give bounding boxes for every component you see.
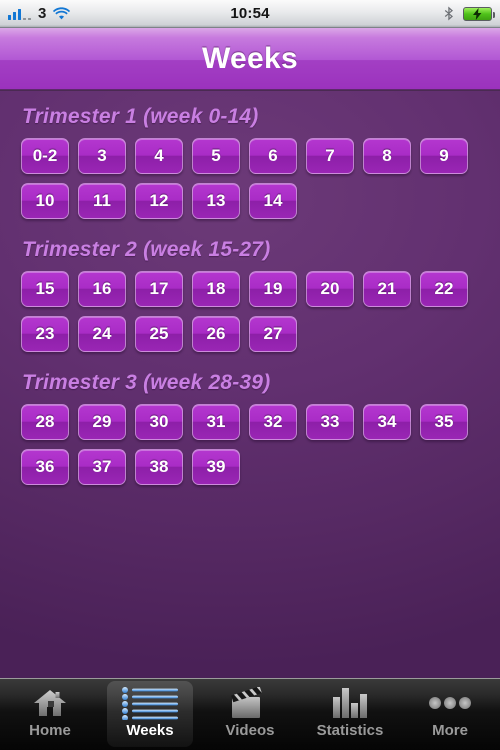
week-button[interactable]: 28 [21,404,69,440]
week-button[interactable]: 19 [249,271,297,307]
week-button[interactable]: 6 [249,138,297,174]
tab-home-label: Home [29,722,71,739]
week-button[interactable]: 35 [420,404,468,440]
week-button[interactable]: 9 [420,138,468,174]
tab-statistics-label: Statistics [316,722,384,739]
week-button[interactable]: 14 [249,183,297,219]
list-icon [121,685,179,721]
trimester-heading: Trimester 1 (week 0-14) [22,105,259,128]
week-button[interactable]: 36 [21,449,69,485]
trimester-section: Trimester 3 (week 28-39) 28 29 30 31 32 33 34 35… [0,361,500,485]
week-button[interactable]: 33 [306,404,354,440]
week-button[interactable]: 20 [306,271,354,307]
clock-label: 10:54 [230,4,270,22]
week-button[interactable]: 25 [135,316,183,352]
trimester-heading: Trimester 3 (week 28-39) [22,371,271,394]
tab-videos[interactable]: Videos [200,679,300,750]
carrier-label: 3 [38,5,47,22]
week-row: 10 11 12 13 14 [0,183,500,219]
week-button[interactable]: 39 [192,449,240,485]
week-row: 15 16 17 18 19 20 21 22 [0,271,500,307]
week-button[interactable]: 15 [21,271,69,307]
tab-weeks-label: Weeks [126,722,174,739]
week-button[interactable]: 10 [21,183,69,219]
week-button[interactable]: 22 [420,271,468,307]
week-row: 36 37 38 39 [0,449,500,485]
week-button[interactable]: 8 [363,138,411,174]
week-button[interactable]: 30 [135,404,183,440]
week-button[interactable]: 13 [192,183,240,219]
film-clapper-icon [227,685,273,721]
page-title: Weeks [201,41,298,75]
wifi-icon [53,7,71,20]
week-button[interactable]: 18 [192,271,240,307]
ellipsis-icon [428,685,472,721]
trimester-section: Trimester 2 (week 15-27) 15 16 17 18 19 20 21 22… [0,228,500,352]
trimester-section: Trimester 1 (week 0-14) 0-2 3 4 5 6 7 8 9 10 11 12 1… [0,95,500,219]
week-button[interactable]: 16 [78,271,126,307]
bluetooth-icon [444,6,455,21]
weeks-list: Trimester 1 (week 0-14) 0-2 3 4 5 6 7 8 9 10 11 12 1… [0,91,500,678]
tab-home[interactable]: Home [0,679,100,750]
week-row: 23 24 25 26 27 [0,316,500,352]
week-button[interactable]: 29 [78,404,126,440]
week-button[interactable]: 21 [363,271,411,307]
tab-statistics[interactable]: Statistics [300,679,400,750]
status-bar-right [444,6,495,21]
week-button[interactable]: 27 [249,316,297,352]
bar-chart-icon [332,685,368,721]
tab-videos-label: Videos [225,722,275,739]
status-bar: 3 10:54 [0,0,500,28]
week-button[interactable]: 17 [135,271,183,307]
week-button[interactable]: 0-2 [21,138,69,174]
app-screen: 3 10:54 Weeks Trimester 1 (week 0-14) 0-… [0,0,500,750]
week-button[interactable]: 7 [306,138,354,174]
status-bar-left: 3 [8,5,71,22]
tab-more-label: More [432,722,468,739]
week-button[interactable]: 12 [135,183,183,219]
week-button[interactable]: 31 [192,404,240,440]
week-row: 0-2 3 4 5 6 7 8 9 [0,138,500,174]
house-icon [33,685,67,721]
week-button[interactable]: 26 [192,316,240,352]
tab-weeks[interactable]: Weeks [100,679,200,750]
week-button[interactable]: 24 [78,316,126,352]
week-button[interactable]: 4 [135,138,183,174]
tab-bar: Home Weeks Videos Statistics More [0,678,500,750]
tab-more[interactable]: More [400,679,500,750]
week-button[interactable]: 23 [21,316,69,352]
week-button[interactable]: 38 [135,449,183,485]
signal-strength-icon [8,7,31,20]
week-button[interactable]: 11 [78,183,126,219]
week-button[interactable]: 37 [78,449,126,485]
week-row: 28 29 30 31 32 33 34 35 [0,404,500,440]
week-button[interactable]: 3 [78,138,126,174]
week-button[interactable]: 32 [249,404,297,440]
status-bar-center: 10:54 [0,5,500,23]
week-button[interactable]: 5 [192,138,240,174]
trimester-heading: Trimester 2 (week 15-27) [22,238,271,261]
navigation-bar: Weeks [0,28,500,90]
battery-charging-icon [463,6,495,21]
week-button[interactable]: 34 [363,404,411,440]
